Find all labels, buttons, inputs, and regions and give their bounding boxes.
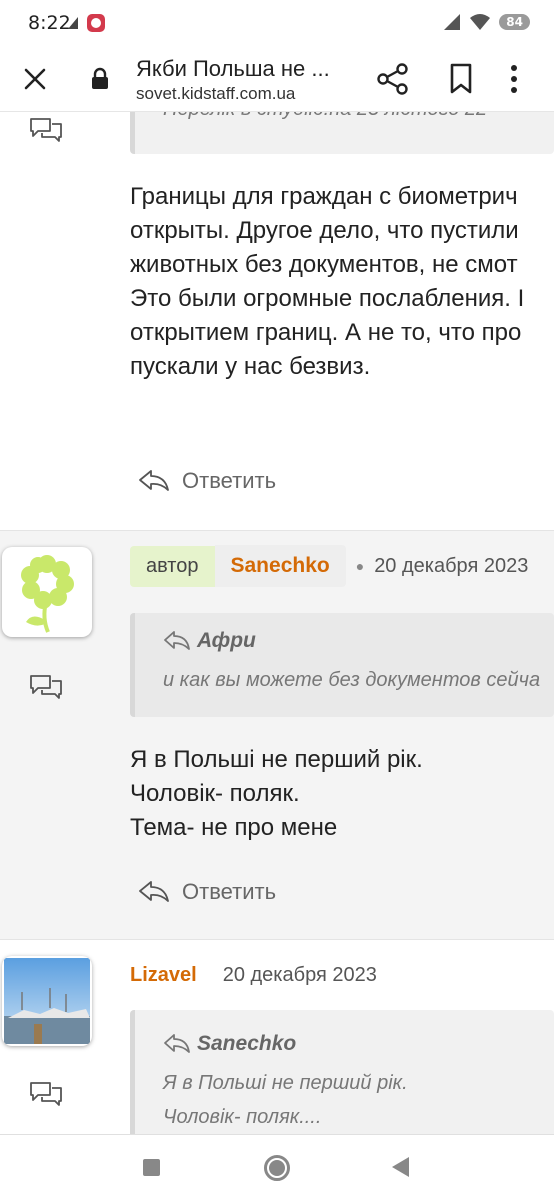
comment-body: Я в Польші не перший рік. Чоловік- поляк… xyxy=(130,743,423,845)
quote-author: Sanechko xyxy=(163,1032,296,1056)
page-url: sovet.kidstaff.com.ua xyxy=(136,84,296,103)
share-button[interactable] xyxy=(376,62,410,100)
reply-arrow-icon xyxy=(139,881,169,902)
reply-button[interactable]: Ответить xyxy=(138,879,276,905)
comments-list: Перелік в студію.на 23 лютого 22 Границы… xyxy=(0,112,554,1134)
comment-line: Я в Польші не перший рік. xyxy=(130,746,423,773)
url-bar[interactable]: Якби Польша не ... sovet.kidstaff.com.ua xyxy=(136,56,356,104)
chat-icon[interactable] xyxy=(28,673,64,703)
bookmark-button[interactable] xyxy=(446,62,476,100)
comment-line: Границы для граждан с биометрич xyxy=(130,183,518,210)
status-notification-icons xyxy=(66,13,106,33)
system-navigation-bar xyxy=(0,1134,554,1200)
quote-text: и как вы можете без документов сейча xyxy=(163,669,541,691)
recent-apps-button[interactable] xyxy=(143,1159,160,1176)
reply-arrow-icon xyxy=(164,1034,190,1053)
comment-body: Границы для граждан с биометрич открыты.… xyxy=(130,180,524,384)
author-name[interactable]: Lizavel xyxy=(130,964,197,987)
home-icon xyxy=(269,1160,285,1176)
cell-signal-icon xyxy=(444,14,461,30)
quote-block: Sanechko Я в Польші не перший рік. Чолов… xyxy=(130,1010,554,1134)
status-bar: 8:22 84 xyxy=(0,0,554,48)
reply-arrow-icon xyxy=(164,631,190,650)
comment-post: Перелік в студію.на 23 лютого 22 Границы… xyxy=(0,112,554,530)
quote-block: Афри и как вы можете без документов сейч… xyxy=(130,613,554,717)
chat-icon[interactable] xyxy=(28,116,64,146)
comment-line: Чоловік- поляк. xyxy=(130,780,300,807)
close-tab-button[interactable] xyxy=(18,62,52,96)
comment-line: открыты. Другое дело, что пустили xyxy=(130,217,519,244)
avatar[interactable] xyxy=(2,956,92,1046)
reply-label: Ответить xyxy=(182,468,277,493)
quote-text: Перелік в студію.на 23 лютого 22 xyxy=(163,112,487,121)
comment-line: Тема- не про мене xyxy=(130,814,338,841)
comment-date: 20 декабря 2023 xyxy=(374,554,529,577)
wifi-icon xyxy=(470,14,491,30)
comment-post: автор Sanechko ● 20 декабря 2023 Афри и … xyxy=(0,530,554,940)
back-button[interactable] xyxy=(392,1157,409,1177)
quote-line: Я в Польші не перший рік. xyxy=(163,1072,408,1094)
reply-arrow-icon xyxy=(139,470,169,491)
share-icon xyxy=(377,63,408,95)
status-right-icons: 84 xyxy=(443,13,530,31)
chat-icon[interactable] xyxy=(28,1080,64,1110)
battery-indicator: 84 xyxy=(499,14,530,30)
quote-line: Чоловік- поляк.... xyxy=(163,1106,322,1128)
app-notification-icon xyxy=(87,14,105,32)
separator-dot: ● xyxy=(355,558,365,574)
comment-meta: Lizavel 20 декабря 2023 xyxy=(130,964,377,987)
quote-block: Перелік в студію.на 23 лютого 22 xyxy=(130,112,554,154)
lock-icon xyxy=(92,67,108,89)
comment-post: Lizavel 20 декабря 2023 Sanechko Я в Пол… xyxy=(0,940,554,1134)
flower-avatar-image xyxy=(21,555,74,633)
comment-date: 20 декабря 2023 xyxy=(222,964,377,986)
bookmark-icon xyxy=(450,63,472,94)
status-time: 8:22 xyxy=(28,12,71,34)
author-name[interactable]: Sanechko xyxy=(214,545,346,587)
comment-meta: автор Sanechko ● 20 декабря 2023 xyxy=(130,545,528,587)
quote-author: Афри xyxy=(163,629,256,653)
home-button[interactable] xyxy=(264,1155,290,1181)
comment-line: Это были огромные послабления. I xyxy=(130,285,525,312)
more-options-button[interactable] xyxy=(508,62,520,100)
comment-line: открытием границ. А не то, что про xyxy=(130,319,522,346)
avatar[interactable] xyxy=(2,547,92,637)
page-title: Якби Польша не ... xyxy=(136,56,330,81)
reply-label: Ответить xyxy=(182,879,277,904)
comment-line: животных без документов, не смот xyxy=(130,251,518,278)
quote-author-name: Афри xyxy=(197,629,256,652)
comment-line: пускали у нас безвиз. xyxy=(130,353,371,380)
more-vertical-icon xyxy=(511,65,517,93)
reply-button[interactable]: Ответить xyxy=(138,468,276,494)
harbor-photo-avatar xyxy=(4,958,90,1044)
silent-mode-icon xyxy=(68,17,78,29)
quote-author-name: Sanechko xyxy=(197,1032,297,1055)
browser-toolbar: Якби Польша не ... sovet.kidstaff.com.ua xyxy=(0,48,554,112)
author-badge: автор xyxy=(130,545,215,587)
close-icon xyxy=(24,68,46,90)
